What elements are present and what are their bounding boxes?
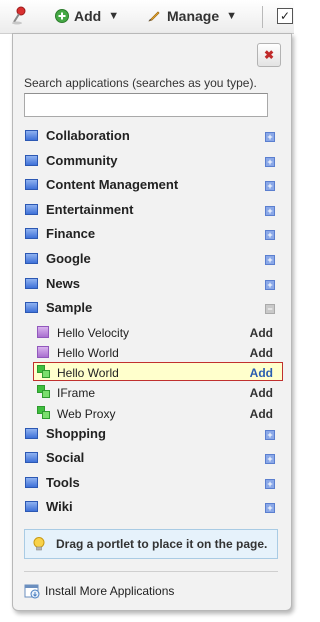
toolbar-divider: [262, 6, 263, 28]
portlet-purple-icon: [37, 345, 49, 358]
app-label: Hello World: [57, 345, 119, 360]
category-folder-icon: [25, 427, 38, 439]
category-community[interactable]: Community +: [13, 150, 291, 175]
chevron-down-icon: ▼: [226, 10, 238, 22]
category-shopping[interactable]: Shopping +: [13, 423, 291, 448]
portlet-purple-icon: [37, 325, 49, 338]
category-tools[interactable]: Tools +: [13, 472, 291, 497]
category-folder-icon: [25, 154, 38, 166]
app-item-hello-world[interactable]: Hello World Add: [13, 342, 291, 362]
category-folder-icon: [25, 203, 38, 215]
category-folder-icon: [25, 277, 38, 289]
top-toolbar: Add ▼ Manage ▼ ✓: [0, 0, 294, 34]
manage-menu-label: Manage: [167, 8, 220, 24]
app-item-hello-velocity[interactable]: Hello Velocity Add: [13, 322, 291, 342]
category-label: Shopping: [46, 425, 106, 441]
app-add-link[interactable]: Add: [250, 386, 273, 400]
category-label: Tools: [46, 474, 80, 490]
category-label: Collaboration: [46, 128, 130, 143]
category-folder-icon: [25, 501, 38, 513]
category-folder-icon: [25, 476, 38, 488]
app-label: Hello Velocity: [57, 325, 130, 340]
expand-icon[interactable]: +: [265, 279, 275, 290]
category-label: News: [46, 275, 80, 291]
app-add-link[interactable]: Add: [250, 366, 273, 380]
install-more-label: Install More Applications: [45, 584, 175, 598]
category-finance[interactable]: Finance +: [13, 223, 291, 248]
expand-icon[interactable]: +: [265, 454, 275, 465]
category-label: Entertainment: [46, 201, 134, 217]
expand-icon[interactable]: +: [265, 478, 275, 489]
expand-icon[interactable]: +: [265, 132, 275, 142]
install-applications-icon: [24, 584, 40, 599]
category-folder-icon: [25, 252, 38, 264]
add-circle-icon: [55, 9, 69, 23]
expand-icon[interactable]: +: [265, 230, 275, 241]
category-folder-icon: [25, 302, 38, 314]
expand-icon[interactable]: +: [265, 429, 275, 440]
chevron-down-icon: ▼: [108, 10, 120, 22]
category-wiki[interactable]: Wiki +: [13, 496, 291, 521]
toggle-edit-checkbox[interactable]: ✓: [277, 8, 293, 24]
app-add-link[interactable]: Add: [250, 326, 273, 340]
app-label: Hello World: [57, 366, 119, 381]
category-folder-icon: [25, 228, 38, 240]
app-add-link[interactable]: Add: [250, 346, 273, 360]
app-add-link[interactable]: Add: [250, 407, 273, 421]
portlet-green-icon: [37, 385, 50, 399]
manage-menu-button[interactable]: Manage ▼: [146, 6, 237, 26]
app-item-hello-world-selected[interactable]: Hello World Add: [13, 362, 291, 382]
expand-icon[interactable]: +: [265, 254, 275, 265]
search-label: Search applications (searches as you typ…: [24, 76, 257, 90]
category-label: Community: [46, 152, 118, 168]
add-menu-label: Add: [74, 8, 102, 24]
search-input[interactable]: [24, 93, 268, 117]
category-label: Content Management: [46, 177, 179, 193]
expand-icon[interactable]: +: [265, 156, 275, 167]
category-content-management[interactable]: Content Management +: [13, 174, 291, 199]
expand-icon[interactable]: +: [265, 503, 275, 514]
close-icon[interactable]: ✖: [257, 43, 281, 67]
category-news[interactable]: News +: [13, 273, 291, 298]
category-label: Sample: [46, 300, 93, 316]
install-more-link[interactable]: Install More Applications: [24, 583, 174, 599]
drag-hint: Drag a portlet to place it on the page.: [24, 529, 278, 559]
expand-icon[interactable]: +: [265, 205, 275, 216]
app-label: Web Proxy: [57, 406, 116, 421]
category-folder-icon: [25, 130, 38, 141]
add-menu-button[interactable]: Add ▼: [55, 6, 119, 26]
expand-icon[interactable]: +: [265, 181, 275, 192]
divider: [24, 571, 278, 572]
lightbulb-icon: [33, 537, 45, 551]
app-item-iframe[interactable]: IFrame Add: [13, 382, 291, 402]
category-label: Finance: [46, 226, 96, 242]
category-list: Collaboration + Community + Content Mana…: [13, 125, 291, 521]
category-collaboration[interactable]: Collaboration +: [13, 125, 291, 150]
category-label: Social: [46, 450, 85, 466]
app-label: IFrame: [57, 386, 96, 401]
category-label: Wiki: [46, 499, 73, 515]
pencil-icon: [146, 8, 162, 24]
portlet-green-icon: [37, 365, 50, 379]
category-sample[interactable]: Sample −: [13, 297, 291, 322]
category-label: Google: [46, 250, 91, 266]
category-folder-icon: [25, 179, 38, 191]
pushpin-icon[interactable]: [10, 6, 28, 26]
app-item-web-proxy[interactable]: Web Proxy Add: [13, 403, 291, 423]
portlet-green-icon: [37, 405, 50, 419]
category-entertainment[interactable]: Entertainment +: [13, 199, 291, 224]
category-social[interactable]: Social +: [13, 447, 291, 472]
category-google[interactable]: Google +: [13, 248, 291, 273]
category-folder-icon: [25, 452, 38, 464]
add-application-panel: ✖ Search applications (searches as you t…: [12, 33, 292, 611]
collapse-icon[interactable]: −: [265, 304, 275, 315]
hint-text: Drag a portlet to place it on the page.: [56, 537, 268, 551]
